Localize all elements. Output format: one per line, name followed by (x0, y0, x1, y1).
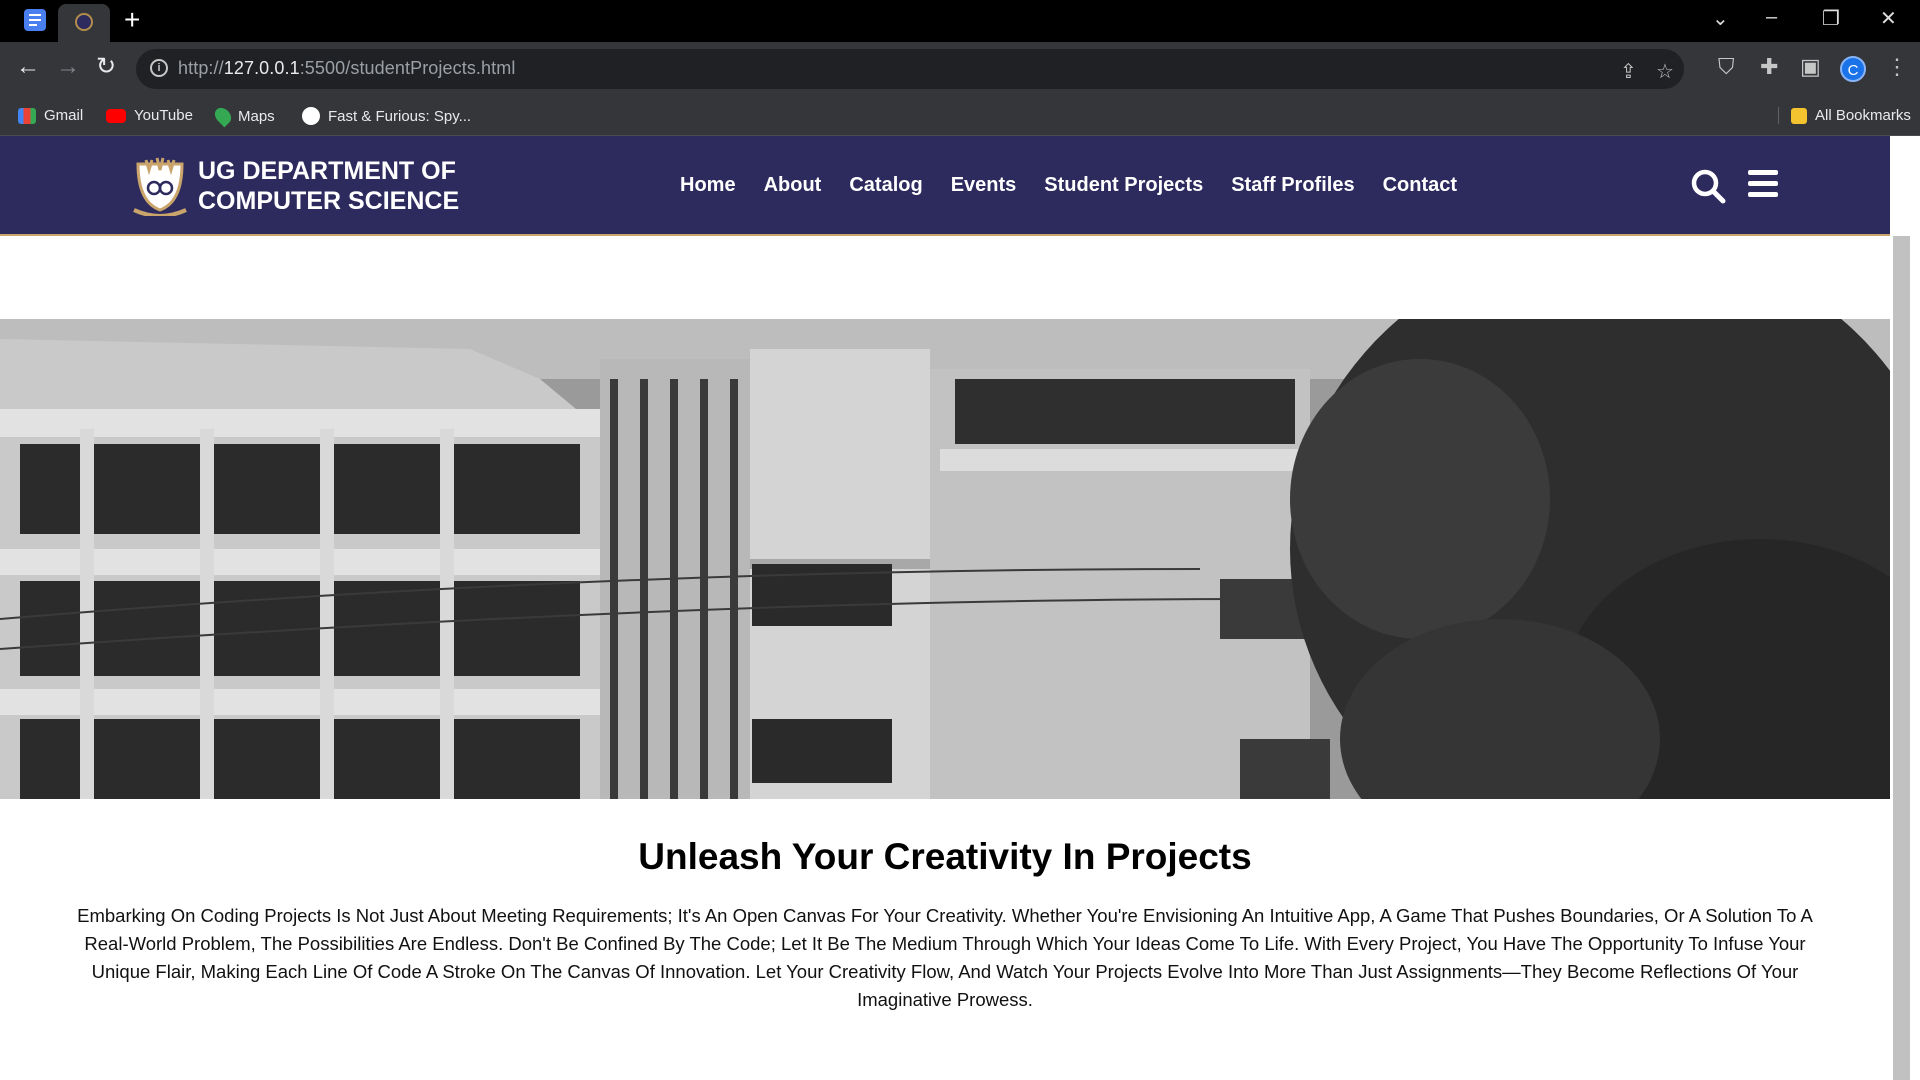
forward-button[interactable]: → (56, 52, 80, 82)
profile-avatar[interactable]: C (1840, 56, 1866, 82)
bookmark-maps[interactable]: Maps (211, 104, 275, 128)
sidepanel-icon[interactable]: ▣ (1800, 54, 1821, 80)
campus-building-photo (0, 319, 1890, 799)
reload-button[interactable]: ↻ (96, 52, 116, 82)
scrollbar-thumb[interactable] (1893, 236, 1910, 1080)
restore-button[interactable]: ❐ (1822, 6, 1840, 31)
more-menu-icon[interactable]: ⋮ (1886, 54, 1908, 80)
nav-staff-profiles[interactable]: Staff Profiles (1231, 174, 1354, 197)
brand-line-1: UG DEPARTMENT OF (198, 157, 456, 185)
youtube-icon (106, 108, 126, 123)
browser-tab-bar: + ⌄ – ❐ ✕ (0, 0, 1920, 42)
all-bookmarks[interactable]: All Bookmarks (1778, 107, 1911, 124)
bookmarks-bar: Gmail YouTube Maps Fast & Furious: Spy..… (0, 96, 1920, 136)
tab-search-chevron-icon[interactable]: ⌄ (1712, 6, 1729, 31)
bookmark-label: All Bookmarks (1815, 107, 1911, 124)
gmail-icon (18, 107, 36, 124)
bookmark-gmail[interactable]: Gmail (18, 107, 83, 124)
new-tab-button[interactable]: + (124, 6, 140, 34)
bookmark-label: Fast & Furious: Spy... (328, 107, 472, 125)
maps-icon (211, 104, 235, 128)
minimize-button[interactable]: – (1766, 6, 1777, 29)
nav-home[interactable]: Home (680, 174, 736, 197)
docs-icon[interactable] (24, 9, 46, 31)
address-bar[interactable]: i http://127.0.0.1:5500/studentProjects.… (136, 49, 1684, 89)
info-icon[interactable]: i (150, 59, 168, 77)
university-logo-icon[interactable] (132, 156, 188, 216)
bookmark-label: YouTube (134, 107, 193, 124)
hero-campus-image (0, 319, 1890, 799)
puzzle-icon[interactable]: ✚ (1760, 54, 1778, 80)
nav-catalog[interactable]: Catalog (849, 174, 922, 197)
site-brand[interactable]: UG DEPARTMENT OF COMPUTER SCIENCE (198, 156, 459, 216)
site-header: UG DEPARTMENT OF COMPUTER SCIENCE Home A… (0, 136, 1890, 236)
nav-about[interactable]: About (764, 174, 822, 197)
nav-contact[interactable]: Contact (1383, 174, 1457, 197)
close-window-button[interactable]: ✕ (1880, 6, 1897, 31)
nav-student-projects[interactable]: Student Projects (1044, 174, 1203, 197)
browser-toolbar: ← → ↻ i http://127.0.0.1:5500/studentPro… (0, 42, 1920, 96)
shield-icon[interactable]: ⛉ (1718, 54, 1735, 80)
bookmark-youtube[interactable]: YouTube (106, 107, 193, 124)
web-page: UG DEPARTMENT OF COMPUTER SCIENCE Home A… (0, 136, 1890, 1080)
intro-paragraph: Embarking On Coding Projects Is Not Just… (77, 905, 1813, 1010)
hamburger-menu-icon[interactable] (1748, 170, 1778, 198)
back-button[interactable]: ← (16, 52, 40, 82)
page-heading: Unleash Your Creativity In Projects (638, 836, 1252, 877)
globe-icon (302, 107, 320, 125)
projects-intro-section: Unleash Your Creativity In Projects Emba… (0, 836, 1890, 1014)
folder-icon (1791, 107, 1807, 124)
browser-tab-active[interactable] (58, 4, 110, 42)
nav-events[interactable]: Events (951, 174, 1017, 197)
bookmark-label: Maps (238, 107, 275, 125)
bookmark-label: Gmail (44, 107, 84, 124)
main-nav: Home About Catalog Events Student Projec… (680, 174, 1457, 197)
bookmark-fast-furious[interactable]: Fast & Furious: Spy... (302, 107, 471, 125)
star-icon[interactable]: ☆ (1656, 59, 1674, 84)
search-icon[interactable] (1690, 168, 1726, 204)
share-icon[interactable]: ⇪ (1620, 59, 1637, 84)
url-text[interactable]: http://127.0.0.1:5500/studentProjects.ht… (178, 58, 515, 79)
tab-favicon-icon (75, 13, 93, 31)
brand-line-2: COMPUTER SCIENCE (198, 187, 460, 215)
